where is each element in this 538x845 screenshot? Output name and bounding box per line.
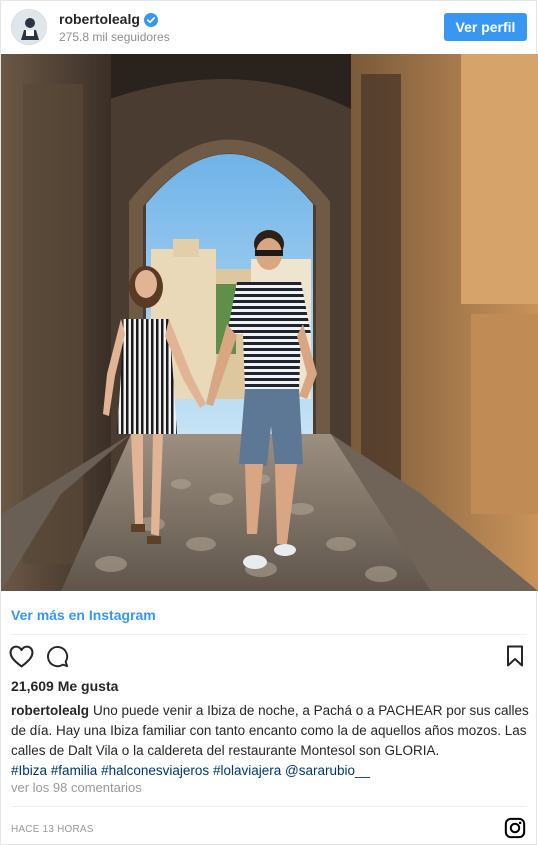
hashtag-link[interactable]: #lolaviajera	[213, 763, 281, 778]
hashtag-link[interactable]: #halconesviajeros	[101, 763, 209, 778]
caption-username[interactable]: robertolealg	[11, 703, 89, 718]
divider	[11, 806, 527, 807]
hashtag-link[interactable]: #familia	[51, 763, 98, 778]
view-more-on-instagram-link[interactable]: Ver más en Instagram	[11, 607, 156, 623]
view-profile-button[interactable]: Ver perfil	[444, 13, 527, 41]
comment-icon[interactable]	[46, 645, 69, 673]
view-comments-link[interactable]: ver los 98 comentarios	[11, 780, 142, 795]
heart-icon[interactable]	[9, 645, 34, 673]
instagram-embed-card: robertolealg 275.8 mil seguidores Ver pe…	[0, 0, 538, 845]
instagram-logo-icon[interactable]	[504, 817, 526, 844]
post-caption: robertolealg Uno puede venir a Ibiza de n…	[11, 701, 529, 781]
post-timestamp: HACE 13 HORAS	[11, 824, 94, 835]
mention-link[interactable]: @sararubio__	[285, 763, 370, 778]
hashtag-link[interactable]: #Ibiza	[11, 763, 47, 778]
bookmark-icon[interactable]	[506, 645, 524, 672]
post-header: robertolealg 275.8 mil seguidores Ver pe…	[1, 1, 536, 53]
verified-badge-icon	[143, 13, 158, 30]
profile-avatar-icon[interactable]	[11, 9, 47, 45]
divider	[11, 634, 527, 635]
likes-count[interactable]: 21,609 Me gusta	[11, 678, 118, 694]
followers-count: 275.8 mil seguidores	[59, 30, 170, 44]
post-username[interactable]: robertolealg	[59, 11, 158, 30]
username-text[interactable]: robertolealg	[59, 11, 140, 27]
post-photo[interactable]	[1, 54, 538, 591]
